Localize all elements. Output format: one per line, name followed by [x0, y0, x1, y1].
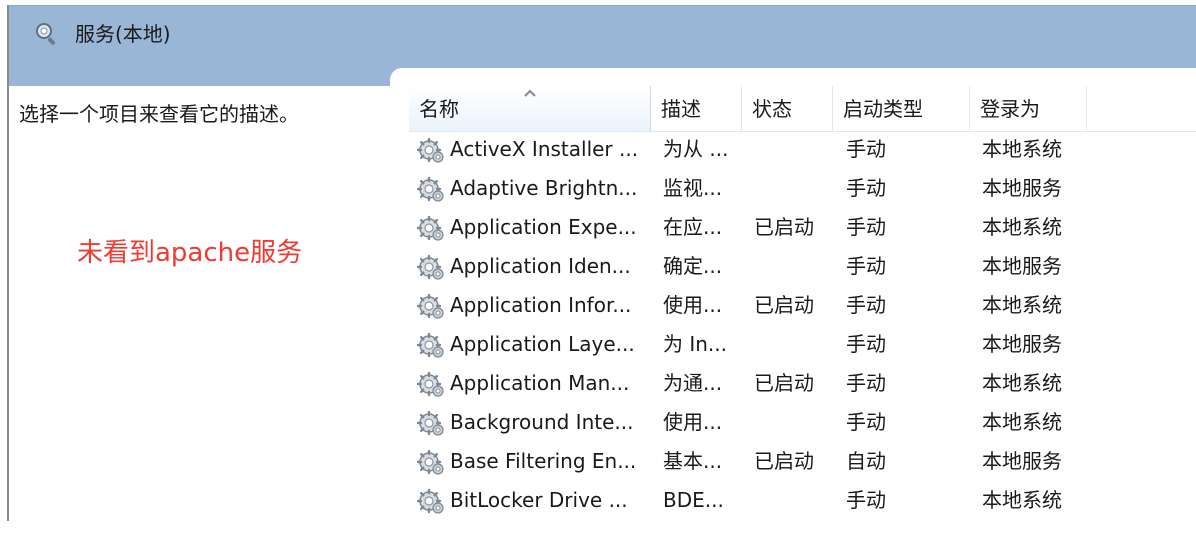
service-name: Background Inte...	[450, 410, 634, 434]
column-header-log-on-as-label: 登录为	[980, 97, 1040, 121]
service-description: 为从 ...	[663, 137, 729, 161]
table-row[interactable]: Application Laye... 为 In... 手动 本地服务	[409, 325, 1196, 364]
table-row[interactable]: Adaptive Brightn... 监视... 手动 本地服务	[409, 169, 1196, 208]
service-status: 已启动	[754, 371, 814, 395]
service-description: 使用...	[663, 410, 723, 434]
service-startup-type: 手动	[846, 176, 886, 200]
service-log-on-as: 本地系统	[982, 371, 1062, 395]
service-log-on-as: 本地服务	[982, 332, 1062, 356]
table-row[interactable]: Base Filtering En... 基本... 已启动 自动 本地服务	[409, 442, 1196, 481]
service-status: 已启动	[754, 293, 814, 317]
service-startup-type: 手动	[846, 410, 886, 434]
service-description: BDE...	[663, 488, 724, 512]
service-log-on-as: 本地服务	[982, 254, 1062, 278]
service-name: Application Expe...	[450, 215, 637, 239]
column-header-status-label: 状态	[752, 97, 792, 121]
service-description: 为 In...	[663, 332, 728, 356]
services-window: 服务(本地) 选择一个项目来查看它的描述。 未看到apache服务 名称 描述 …	[7, 5, 1196, 521]
service-name: Adaptive Brightn...	[450, 176, 638, 200]
service-gear-icon	[417, 333, 445, 359]
service-startup-type: 手动	[846, 332, 886, 356]
column-header-status[interactable]: 状态	[742, 86, 833, 131]
service-startup-type: 手动	[846, 215, 886, 239]
service-log-on-as: 本地服务	[982, 176, 1062, 200]
service-gear-icon	[417, 411, 445, 437]
service-description: 确定...	[663, 254, 723, 278]
service-name: Application Infor...	[450, 293, 632, 317]
service-log-on-as: 本地系统	[982, 488, 1062, 512]
service-name: Application Laye...	[450, 332, 635, 356]
annotation-text: 未看到apache服务	[77, 238, 303, 268]
page-title: 服务(本地)	[75, 22, 171, 46]
table-row[interactable]: Application Man... 为通... 已启动 手动 本地系统	[409, 364, 1196, 403]
service-gear-icon	[417, 255, 445, 281]
column-header-description-label: 描述	[661, 97, 701, 121]
table-row[interactable]: Background Inte... 使用... 手动 本地系统	[409, 403, 1196, 442]
table-row[interactable]: Application Infor... 使用... 已启动 手动 本地系统	[409, 286, 1196, 325]
service-name: ActiveX Installer ...	[450, 137, 639, 161]
service-startup-type: 手动	[846, 137, 886, 161]
table-row[interactable]: Application Expe... 在应... 已启动 手动 本地系统	[409, 208, 1196, 247]
service-name: BitLocker Drive ...	[450, 488, 628, 512]
service-log-on-as: 本地系统	[982, 215, 1062, 239]
service-gear-icon	[417, 450, 445, 476]
sort-ascending-icon	[524, 89, 536, 97]
service-log-on-as: 本地系统	[982, 137, 1062, 161]
service-name: Application Man...	[450, 371, 630, 395]
table-row[interactable]: ActiveX Installer ... 为从 ... 手动 本地系统	[409, 130, 1196, 169]
description-text: 选择一个项目来查看它的描述。	[19, 102, 299, 126]
service-log-on-as: 本地服务	[982, 449, 1062, 473]
services-magnifier-icon	[36, 23, 56, 45]
column-header-name[interactable]: 名称	[409, 86, 651, 131]
column-header-log-on-as[interactable]: 登录为	[970, 86, 1087, 131]
service-description: 为通...	[663, 371, 723, 395]
service-status: 已启动	[754, 449, 814, 473]
service-name: Application Iden...	[450, 254, 631, 278]
service-description: 基本...	[663, 449, 723, 473]
column-header-startup-type[interactable]: 启动类型	[833, 86, 970, 131]
column-header-startup-type-label: 启动类型	[843, 97, 923, 121]
service-startup-type: 手动	[846, 371, 886, 395]
column-header-name-label: 名称	[419, 97, 459, 121]
service-status: 已启动	[754, 215, 814, 239]
service-gear-icon	[417, 372, 445, 398]
services-table: ActiveX Installer ... 为从 ... 手动 本地系统 Ada…	[409, 130, 1196, 521]
service-startup-type: 手动	[846, 488, 886, 512]
service-description: 监视...	[663, 176, 723, 200]
service-description: 在应...	[663, 215, 723, 239]
service-gear-icon	[417, 294, 445, 320]
table-row[interactable]: Application Iden... 确定... 手动 本地服务	[409, 247, 1196, 286]
service-gear-icon	[417, 216, 445, 242]
service-gear-icon	[417, 138, 445, 164]
service-gear-icon	[417, 177, 445, 203]
service-startup-type: 自动	[846, 449, 886, 473]
service-startup-type: 手动	[846, 254, 886, 278]
service-log-on-as: 本地系统	[982, 410, 1062, 434]
table-row[interactable]: BitLocker Drive ... BDE... 手动 本地系统	[409, 481, 1196, 520]
service-description: 使用...	[663, 293, 723, 317]
column-header: 名称 描述 状态 启动类型 登录为	[409, 86, 1196, 132]
description-pane: 选择一个项目来查看它的描述。 未看到apache服务	[9, 86, 408, 521]
service-gear-icon	[417, 489, 445, 515]
service-log-on-as: 本地系统	[982, 293, 1062, 317]
service-startup-type: 手动	[846, 293, 886, 317]
service-name: Base Filtering En...	[450, 449, 637, 473]
column-header-description[interactable]: 描述	[651, 86, 742, 131]
